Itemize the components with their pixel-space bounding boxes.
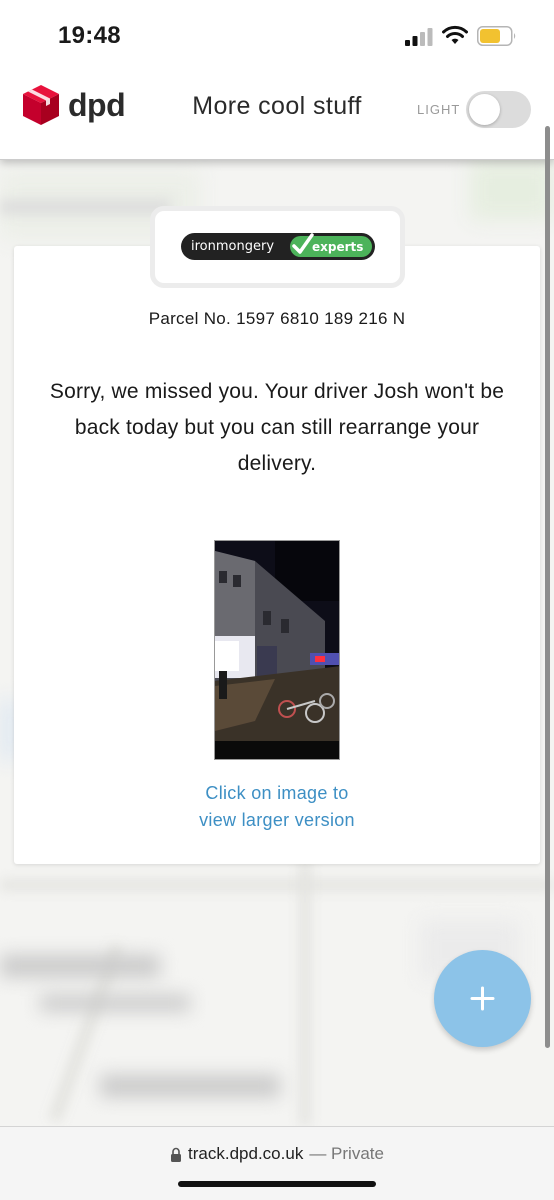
scrollbar[interactable]	[545, 126, 550, 1048]
missed-delivery-message: Sorry, we missed you. Your driver Josh w…	[49, 380, 505, 475]
delivery-photo[interactable]	[214, 540, 340, 760]
site-header: dpd More cool stuff LIGHT	[0, 62, 554, 160]
toggle-knob	[469, 94, 500, 125]
home-indicator[interactable]	[178, 1181, 376, 1187]
retailer-logo: ironmongery experts	[181, 233, 375, 260]
retailer-name-part2: experts	[312, 239, 364, 254]
status-bar: 19:48	[0, 0, 554, 62]
parcel-number: Parcel No. 1597 6810 189 216 N	[148, 309, 406, 328]
browser-url-bar[interactable]: track.dpd.co.uk — Private	[0, 1126, 554, 1200]
wifi-icon	[442, 25, 468, 44]
lock-icon	[171, 1147, 182, 1162]
theme-toggle-label: LIGHT	[417, 102, 461, 117]
image-link-line1[interactable]: Click on image to	[14, 780, 540, 807]
view-larger-image-link[interactable]: Click on image to view larger version	[14, 780, 540, 834]
retailer-badge: experts	[290, 233, 372, 257]
theme-toggle[interactable]	[466, 91, 531, 128]
signal-icon	[405, 28, 433, 46]
retailer-name-part1: ironmongery	[191, 239, 275, 254]
checkmark-icon	[292, 233, 314, 254]
url-domain: track.dpd.co.uk	[188, 1144, 304, 1163]
status-time: 19:48	[58, 22, 121, 49]
street-photo-illustration	[215, 541, 339, 759]
image-link-line2[interactable]: view larger version	[14, 807, 540, 834]
retailer-logo-box: ironmongery experts	[150, 206, 405, 288]
battery-icon	[477, 26, 516, 46]
add-action-button[interactable]	[434, 950, 531, 1047]
private-label: — Private	[309, 1144, 384, 1163]
plus-icon	[470, 986, 495, 1011]
